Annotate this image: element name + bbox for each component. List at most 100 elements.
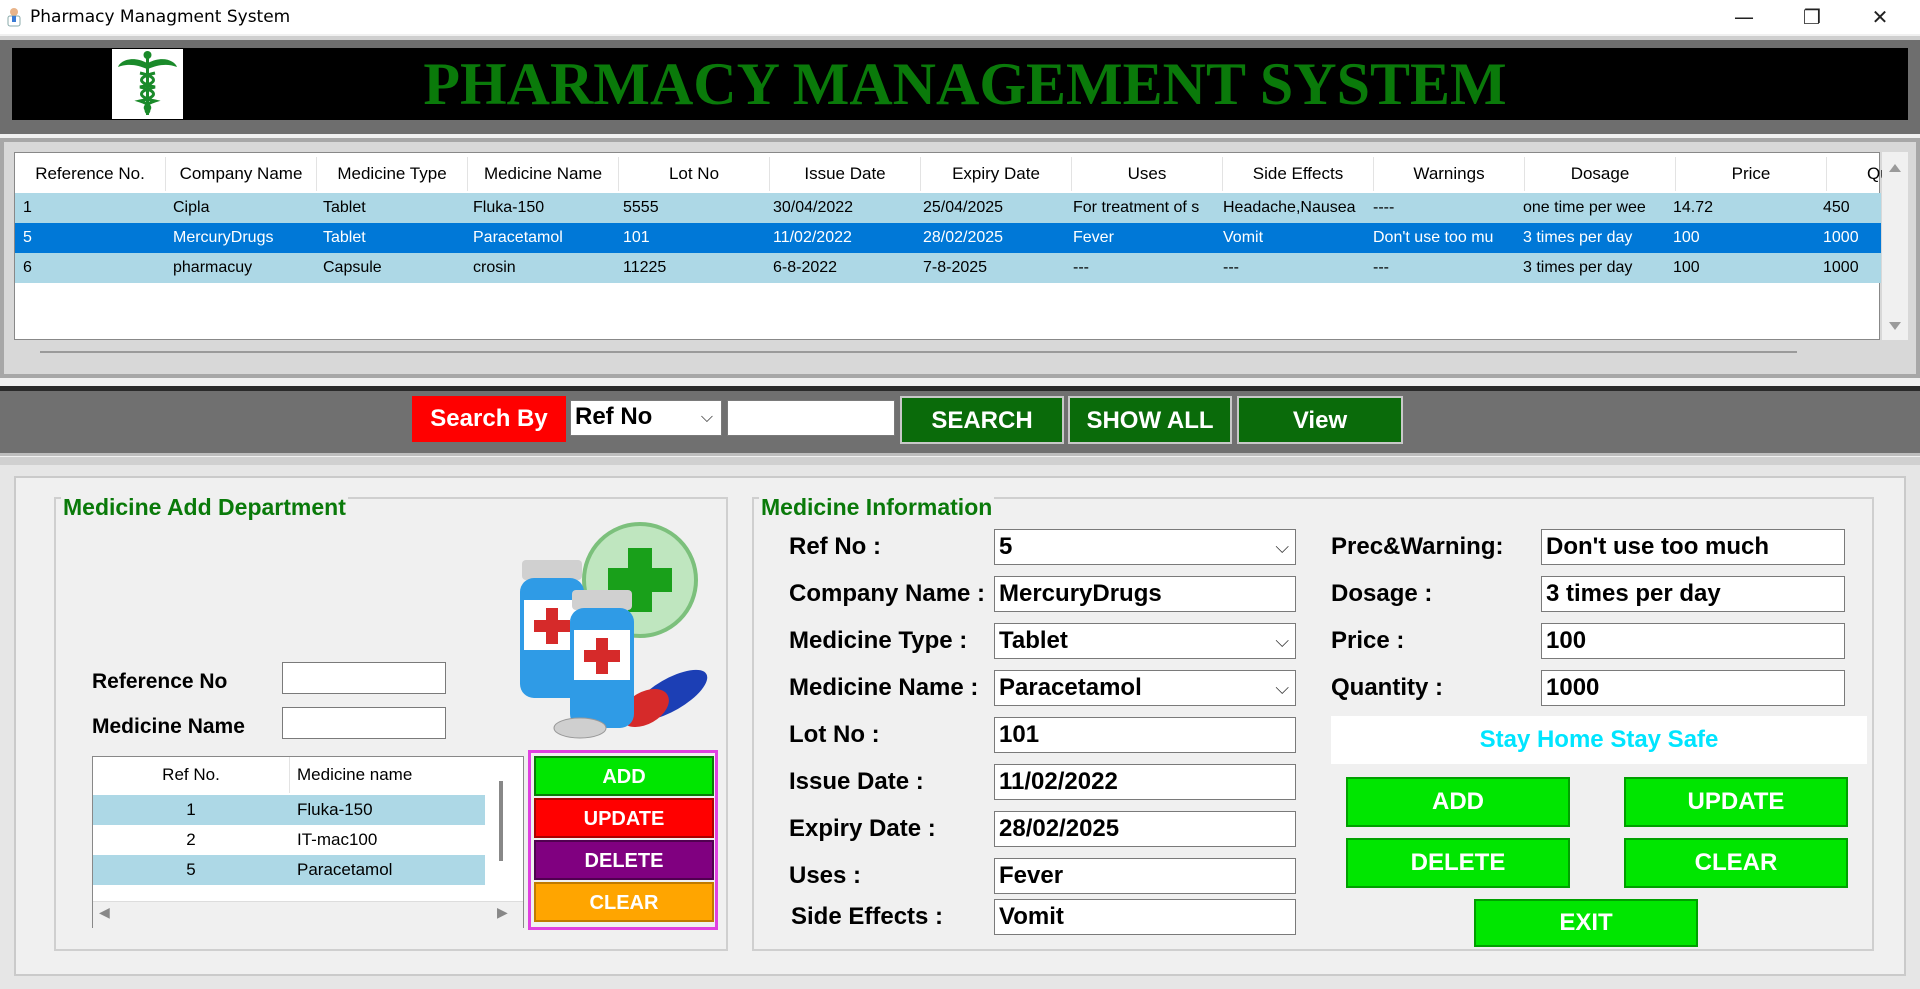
column-header[interactable]: Medicine Name [468,157,619,191]
dept-update-button[interactable]: UPDATE [534,798,714,838]
grid-vertical-scrollbar[interactable] [499,781,503,861]
list-item-name: IT-mac100 [297,830,378,849]
column-header[interactable]: Reference No. [15,157,166,191]
uses-input[interactable]: Fever [994,858,1296,894]
expiry-date-input[interactable]: 28/02/2025 [994,811,1296,847]
restore-button[interactable]: ❐ [1778,0,1846,34]
list-item-ref: 1 [186,800,196,819]
table-cell: 3 times per day [1523,229,1633,246]
list-item[interactable]: 1 Fluka-150 [93,795,485,825]
search-input[interactable] [727,400,895,436]
table-cell: For treatment of s [1073,199,1200,216]
scroll-left-icon[interactable]: ◀ [99,905,110,921]
stay-safe-banner: Stay Home Stay Safe [1331,716,1867,764]
list-item[interactable]: 2 IT-mac100 [93,825,485,855]
table-cell: Headache,Nausea [1223,199,1356,216]
exit-button[interactable]: EXIT [1474,899,1698,947]
issue-date-input[interactable]: 11/02/2022 [994,764,1296,800]
medicine-type-label: Medicine Type : [789,627,968,654]
table-cell: 101 [623,229,650,246]
medicine-name-select[interactable]: Paracetamol ⌵ [994,670,1296,706]
close-button[interactable]: ✕ [1846,0,1914,34]
table-cell: 11/02/2022 [773,229,852,246]
search-by-select[interactable]: Ref No ⌵ [570,400,722,436]
table-row[interactable]: 6 pharmacuy Capsule crosin 11225 6-8-202… [15,253,1881,283]
price-input[interactable]: 100 [1541,623,1845,659]
info-add-button[interactable]: ADD [1346,777,1570,827]
medicine-add-department-title: Medicine Add Department [61,494,348,521]
header-banner: PHARMACY MANAGEMENT SYSTEM [12,48,1908,120]
view-button[interactable]: View [1237,396,1403,444]
medicine-list-grid[interactable]: Ref No. Medicine name 1 Fluka-150 2 IT-m… [92,756,524,928]
window-title: Pharmacy Managment System [30,7,291,27]
medicine-bottles-icon [510,520,720,740]
table-cell: Tablet [323,229,366,246]
column-header[interactable]: Uses [1072,157,1223,191]
lot-no-input[interactable]: 101 [994,717,1296,753]
column-header[interactable]: Ref No. [93,757,290,793]
dept-add-button[interactable]: ADD [534,756,714,796]
table-cell: Vomit [1223,229,1264,246]
list-item-ref: 5 [186,860,196,879]
company-name-label: Company Name : [789,580,986,607]
table-cell: pharmacuy [173,259,253,276]
dept-delete-button[interactable]: DELETE [534,840,714,880]
quantity-input[interactable]: 1000 [1541,670,1845,706]
column-header[interactable]: Lot No [619,157,770,191]
table-cell: Capsule [323,259,382,276]
column-header[interactable]: Dosage [1525,157,1676,191]
ref-no-label: Ref No : [789,533,881,560]
info-clear-button[interactable]: CLEAR [1624,838,1848,888]
expiry-date-label: Expiry Date : [789,815,936,842]
minimize-button[interactable]: — [1710,0,1778,34]
list-item[interactable]: 5 Paracetamol [93,855,485,885]
prec-warning-input[interactable]: Don't use too much [1541,529,1845,565]
table-row[interactable]: 1 Cipla Tablet Fluka-150 5555 30/04/2022… [15,193,1881,223]
dosage-input[interactable]: 3 times per day [1541,576,1845,612]
column-header[interactable]: Issue Date [770,157,921,191]
table-header: Reference No. Company Name Medicine Type… [15,157,1893,191]
table-cell: Fever [1073,229,1114,246]
medicine-name-input[interactable] [282,707,446,739]
column-header[interactable]: Medicine Type [317,157,468,191]
table-row-selected[interactable]: 5 MercuryDrugs Tablet Paracetamol 101 11… [15,223,1881,253]
table-vertical-scrollbar[interactable] [1882,152,1908,340]
ref-no-select[interactable]: 5 ⌵ [994,529,1296,565]
table-cell: Cipla [173,199,210,216]
records-table[interactable]: Reference No. Company Name Medicine Type… [14,152,1893,340]
medicine-name-label: Medicine Name [92,715,245,738]
company-name-input[interactable]: MercuryDrugs [994,576,1296,612]
chevron-down-icon: ⌵ [1275,537,1289,557]
reference-no-input[interactable] [282,662,446,694]
search-button[interactable]: SEARCH [900,396,1064,444]
table-cell: 1000 [1823,229,1859,246]
app-heading: PHARMACY MANAGEMENT SYSTEM [423,51,1507,117]
column-header[interactable]: Company Name [166,157,317,191]
table-horizontal-scrollbar[interactable] [40,351,1797,353]
show-all-button[interactable]: SHOW ALL [1068,396,1232,444]
info-update-button[interactable]: UPDATE [1624,777,1848,827]
table-cell: one time per wee [1523,199,1646,216]
medicine-type-select[interactable]: Tablet ⌵ [994,623,1296,659]
info-delete-button[interactable]: DELETE [1346,838,1570,888]
table-cell: 100 [1673,229,1700,246]
caduceus-icon [112,49,183,119]
column-header[interactable]: Warnings [1374,157,1525,191]
table-cell: --- [1073,259,1089,276]
grid-horizontal-scrollbar[interactable]: ◀ ▶ [93,901,523,928]
column-header[interactable]: Price [1676,157,1827,191]
table-cell: 6-8-2022 [773,259,838,276]
pharmacist-app-icon [7,8,21,27]
scroll-right-icon[interactable]: ▶ [497,905,508,921]
table-cell: --- [1373,259,1389,276]
prec-warning-label: Prec&Warning: [1331,533,1504,560]
dept-clear-button[interactable]: CLEAR [534,882,714,922]
table-cell: 100 [1673,259,1700,276]
medicine-type-value: Tablet [999,627,1068,654]
column-header[interactable]: Expiry Date [921,157,1072,191]
column-header[interactable]: Side Effects [1223,157,1374,191]
column-header[interactable]: Medicine name [289,757,485,793]
search-by-value: Ref No [575,403,653,430]
side-effects-input[interactable]: Vomit [994,899,1296,935]
medicine-name-value: Paracetamol [999,674,1142,701]
